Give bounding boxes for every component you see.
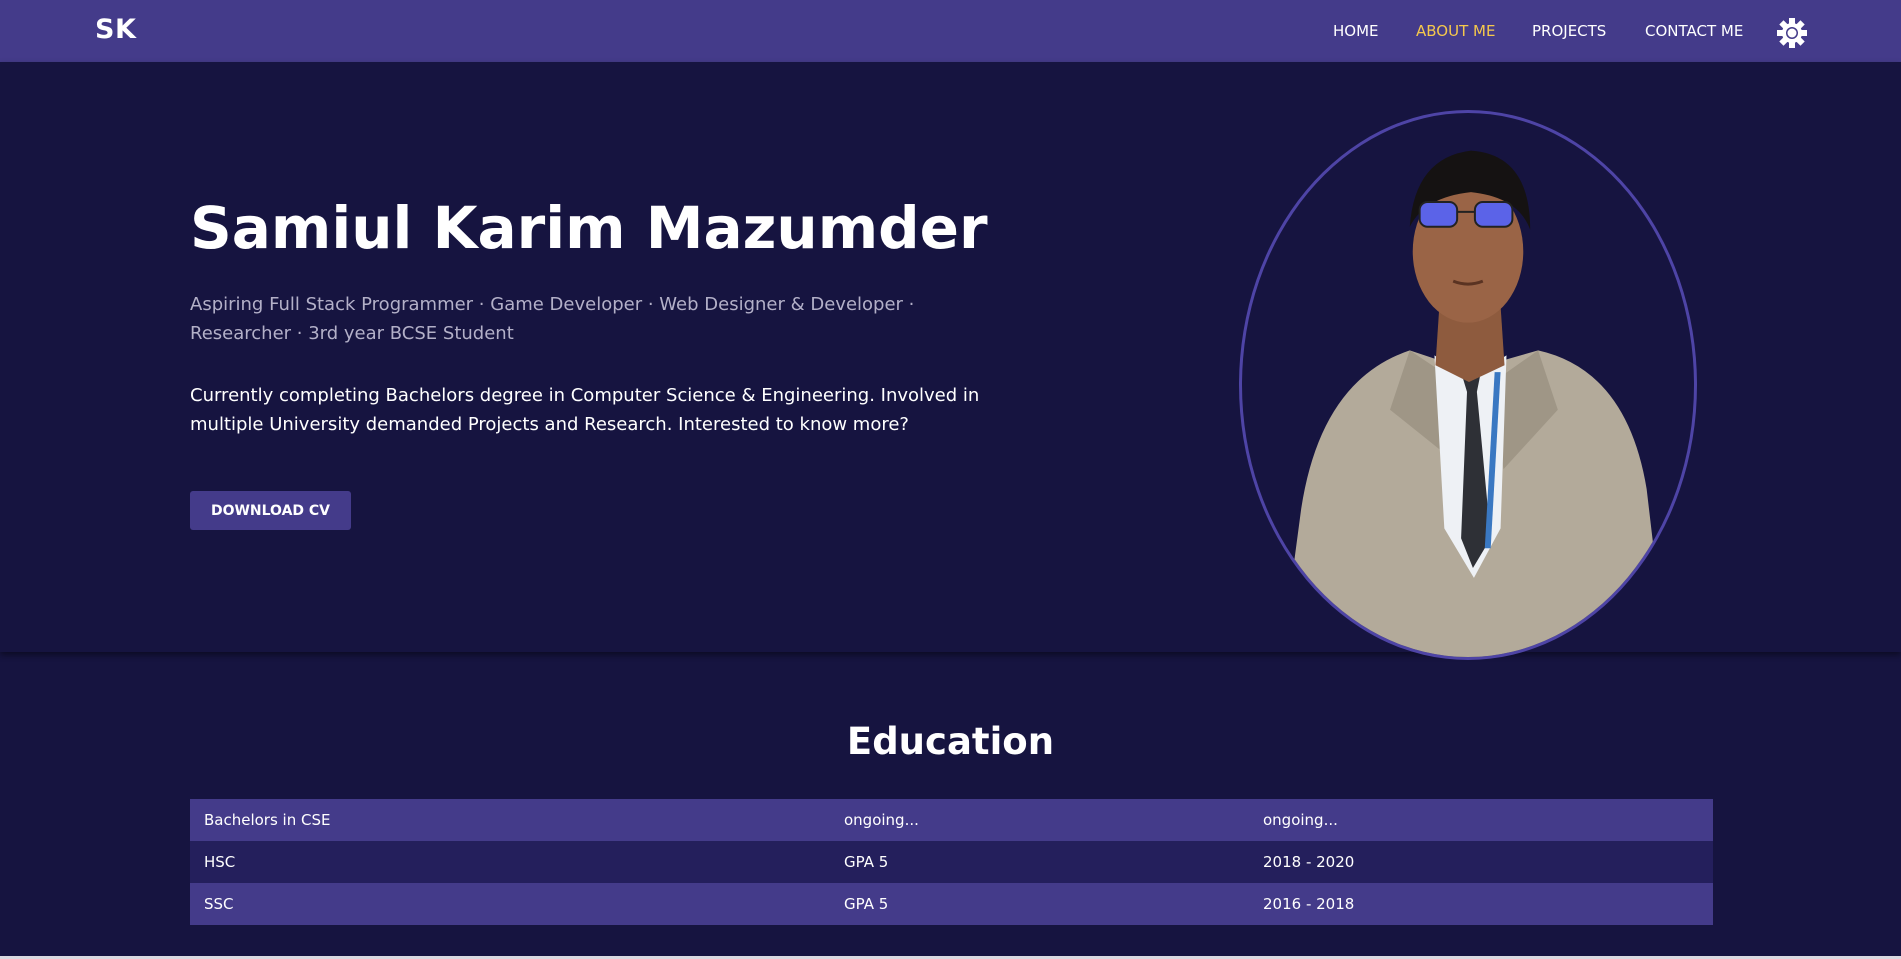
result-cell: ongoing... xyxy=(844,811,919,829)
result-cell: GPA 5 xyxy=(844,895,889,913)
degree-cell: HSC xyxy=(204,853,236,871)
main-nav: HOME ABOUT ME PROJECTS CONTACT ME xyxy=(0,22,1901,42)
hero-roles: Aspiring Full Stack Programmer · Game De… xyxy=(190,294,915,344)
nav-home-link[interactable]: HOME xyxy=(1333,22,1379,40)
years-cell: 2018 - 2020 xyxy=(1263,853,1355,871)
nav-projects-link[interactable]: PROJECTS xyxy=(1532,22,1606,40)
theme-toggle-button[interactable] xyxy=(1776,17,1808,49)
profile-portrait xyxy=(1239,110,1697,660)
nav-contact-link[interactable]: CONTACT ME xyxy=(1645,22,1743,40)
education-heading: Education xyxy=(846,720,1055,763)
table-row: SSC GPA 5 2016 - 2018 xyxy=(190,883,1713,925)
table-row: Bachelors in CSE ongoing... ongoing... xyxy=(190,799,1713,841)
portrait-image xyxy=(1281,150,1667,657)
education-table: Bachelors in CSE ongoing... ongoing... H… xyxy=(190,799,1713,925)
table-row: HSC GPA 5 2018 - 2020 xyxy=(190,841,1713,883)
years-cell: 2016 - 2018 xyxy=(1263,895,1355,913)
top-navbar: SK HOME ABOUT ME PROJECTS CONTACT ME xyxy=(0,0,1901,62)
download-cv-button[interactable]: DOWNLOAD CV xyxy=(190,491,351,530)
years-cell: ongoing... xyxy=(1263,811,1338,829)
degree-cell: SSC xyxy=(204,895,234,913)
result-cell: GPA 5 xyxy=(844,853,889,871)
hero-description: Currently completing Bachelors degree in… xyxy=(190,385,980,435)
hero-name: Samiul Karim Mazumder xyxy=(190,194,988,262)
sun-gear-icon xyxy=(1777,18,1807,48)
degree-cell: Bachelors in CSE xyxy=(204,811,331,829)
nav-about-link[interactable]: ABOUT ME xyxy=(1416,22,1495,40)
